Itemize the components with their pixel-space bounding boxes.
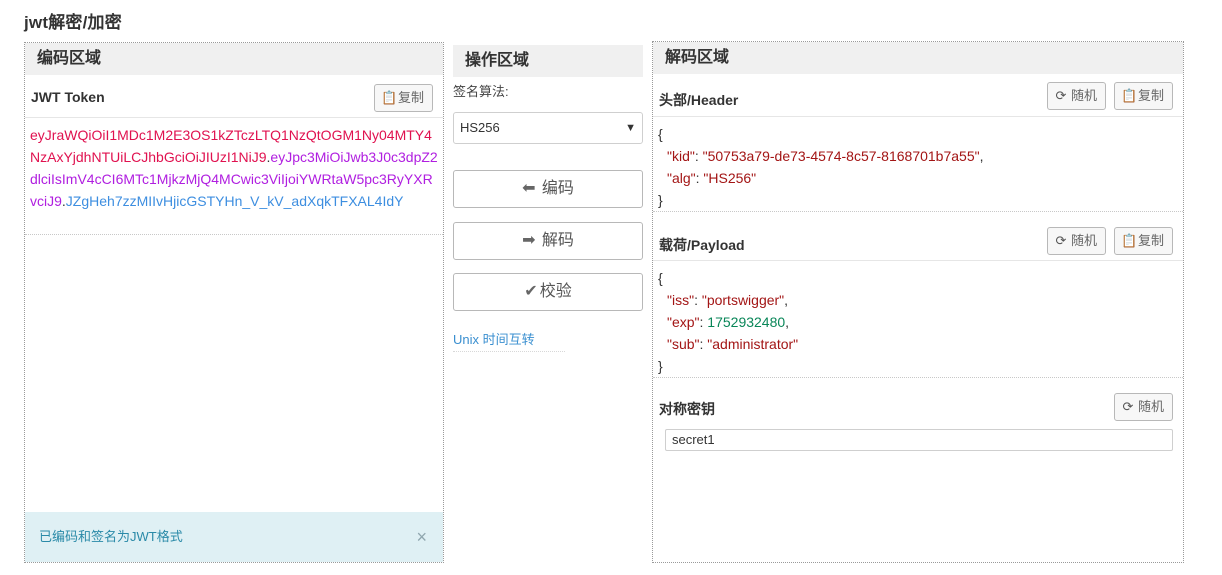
random-payload-button[interactable]: ⟳ 随机 xyxy=(1046,227,1106,255)
jwt-token-textarea[interactable]: eyJraWQiOiI1MDc1M2E3OS1kZTczLTQ1NzQtOGM1… xyxy=(25,117,443,235)
page-title: jwt解密/加密 xyxy=(24,13,122,32)
payload-section-head: 载荷/Payload ⟳ 随机 📋复制 xyxy=(653,223,1183,261)
json-line: { xyxy=(658,267,1178,289)
payload-label: 载荷/Payload xyxy=(659,237,745,253)
close-icon[interactable]: × xyxy=(416,512,427,562)
verify-button[interactable]: ✔ 校验 xyxy=(453,273,643,311)
random-label: 随机 xyxy=(1070,88,1097,103)
decode-panel: 解码区域 头部/Header ⟳ 随机 📋复制 { "kid": "50753a7… xyxy=(652,41,1184,563)
json-key: "sub" xyxy=(667,336,700,352)
unix-time-link[interactable]: Unix 时间互转 xyxy=(453,329,565,352)
copy-token-button[interactable]: 📋复制 xyxy=(373,84,433,112)
ops-panel: 操作区域 签名算法: HS256 ▼ ⬅ 编码 ➡ 解码 ✔ 校验 Unix 时间… xyxy=(453,45,643,352)
json-line: "kid": "50753a79-de73-4574-8c57-8168701b… xyxy=(667,148,984,164)
copy-label: 复制 xyxy=(1137,88,1164,103)
json-line: } xyxy=(658,189,1178,211)
arrow-left-icon: ⬅ xyxy=(522,180,536,197)
checkmark-icon: ✔ xyxy=(524,283,538,300)
json-key: "kid" xyxy=(667,148,695,164)
encode-panel-heading: 编码区域 xyxy=(25,43,443,75)
arrow-right-icon: ➡ xyxy=(522,232,536,249)
json-line: "iss": "portswigger", xyxy=(667,292,789,308)
refresh-icon: ⟳ xyxy=(1055,88,1067,103)
encode-button[interactable]: ⬅ 编码 xyxy=(453,170,643,208)
jwt-token-header: JWT Token 📋复制 xyxy=(25,75,443,113)
status-alert: 已编码和签名为JWT格式 × xyxy=(25,512,443,562)
json-line: } xyxy=(658,355,1178,377)
json-string: "portswigger" xyxy=(701,292,785,308)
alg-selected-value: HS256 xyxy=(460,120,500,135)
random-label: 随机 xyxy=(1137,399,1164,414)
json-line: "exp": 1752932480, xyxy=(667,314,790,330)
json-brace: } xyxy=(658,192,663,208)
clipboard-icon: 📋 xyxy=(380,90,398,105)
chevron-down-icon: ▼ xyxy=(625,122,636,134)
secret-label: 对称密钥 xyxy=(659,401,715,417)
refresh-icon: ⟳ xyxy=(1055,233,1067,248)
json-string: "HS256" xyxy=(703,170,757,186)
encode-label: 编码 xyxy=(541,180,574,197)
verify-label: 校验 xyxy=(539,283,572,300)
header-json-editor[interactable]: { "kid": "50753a79-de73-4574-8c57-816870… xyxy=(653,116,1183,212)
json-key: "alg" xyxy=(667,170,696,186)
header-label: 头部/Header xyxy=(659,92,739,108)
json-brace: } xyxy=(658,358,663,374)
alert-text: 已编码和签名为JWT格式 xyxy=(39,529,183,544)
json-line: "alg": "HS256" xyxy=(667,170,757,186)
json-string: "administrator" xyxy=(707,336,799,352)
copy-label: 复制 xyxy=(1137,233,1164,248)
alg-select[interactable]: HS256 ▼ xyxy=(453,112,643,144)
jwt-token-label: JWT Token xyxy=(31,89,105,105)
json-key: "iss" xyxy=(667,292,695,308)
copy-token-label: 复制 xyxy=(397,90,424,105)
token-signature-part: JZgHeh7zzMIIvHjicGSTYHn_V_kV_adXqkTFXAL4… xyxy=(65,193,404,209)
payload-json-editor[interactable]: { "iss": "portswigger", "exp": 175293248… xyxy=(653,260,1183,378)
decode-label: 解码 xyxy=(541,232,574,249)
encode-panel: 编码区域 JWT Token 📋复制 eyJraWQiOiI1MDc1M2E3O… xyxy=(24,42,444,563)
random-label: 随机 xyxy=(1070,233,1097,248)
random-secret-button[interactable]: ⟳ 随机 xyxy=(1113,393,1173,421)
decode-button[interactable]: ➡ 解码 xyxy=(453,222,643,260)
copy-payload-button[interactable]: 📋复制 xyxy=(1113,227,1173,255)
header-section-head: 头部/Header ⟳ 随机 📋复制 xyxy=(653,78,1183,116)
json-number: 1752932480 xyxy=(707,314,786,330)
json-string: "50753a79-de73-4574-8c57-8168701b7a55" xyxy=(702,148,980,164)
secret-section-head: 对称密钥 ⟳ 随机 xyxy=(653,391,1183,429)
random-header-button[interactable]: ⟳ 随机 xyxy=(1046,82,1106,110)
refresh-icon: ⟳ xyxy=(1122,399,1134,414)
json-line: "sub": "administrator" xyxy=(667,336,799,352)
ops-panel-heading: 操作区域 xyxy=(453,45,643,77)
clipboard-icon: 📋 xyxy=(1120,233,1138,248)
secret-input[interactable]: secret1 xyxy=(665,429,1173,451)
alg-label: 签名算法: xyxy=(453,84,509,99)
json-brace: { xyxy=(658,270,663,286)
clipboard-icon: 📋 xyxy=(1120,88,1138,103)
decode-panel-heading: 解码区域 xyxy=(653,42,1183,74)
json-line: { xyxy=(658,123,1178,145)
json-brace: { xyxy=(658,126,663,142)
json-key: "exp" xyxy=(667,314,700,330)
copy-header-button[interactable]: 📋复制 xyxy=(1113,82,1173,110)
